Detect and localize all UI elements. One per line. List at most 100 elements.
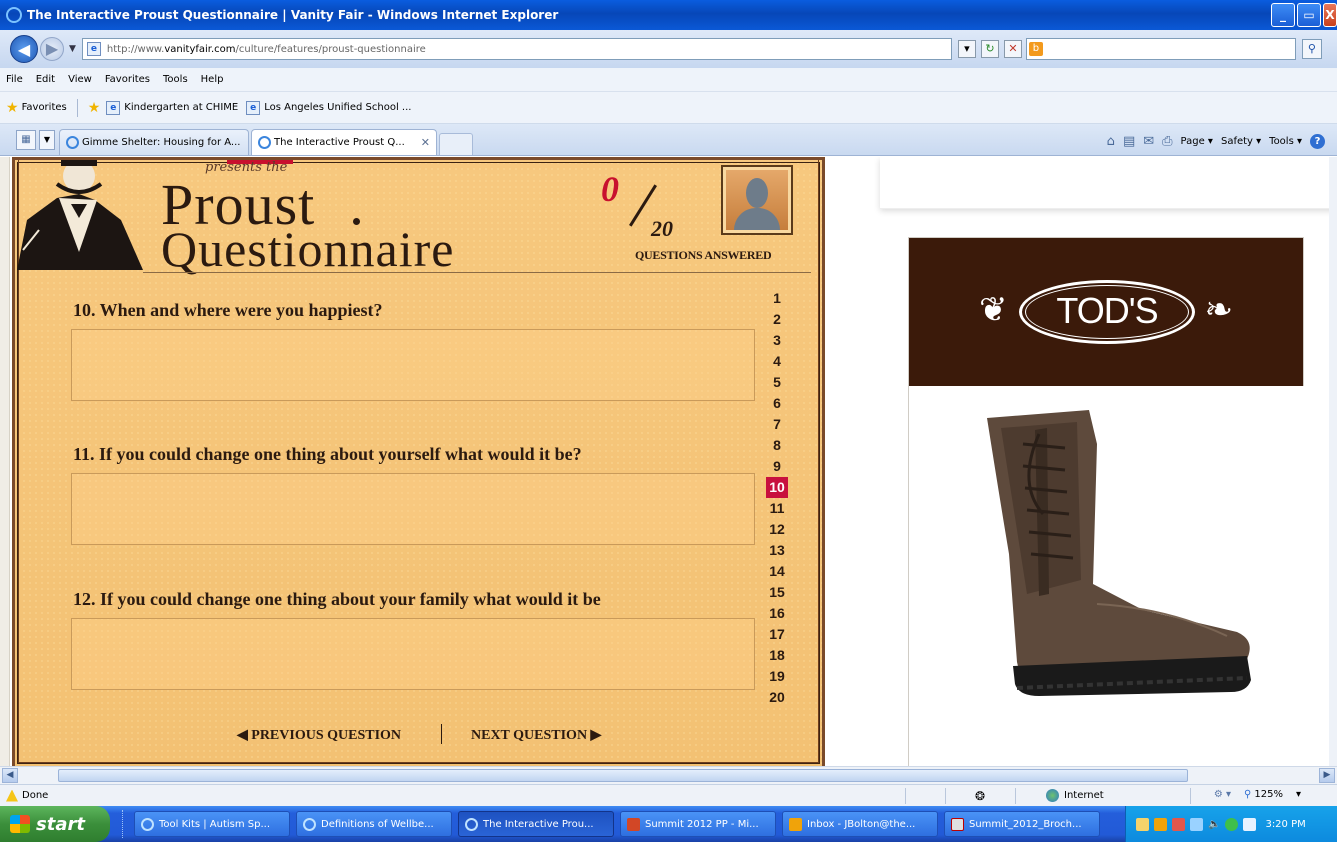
- answer-field-10[interactable]: [71, 329, 755, 401]
- taskbar-button-powerpoint[interactable]: Summit 2012 PP - Mi...: [620, 811, 776, 837]
- network-tray-icon[interactable]: [1190, 817, 1203, 831]
- question-link-20[interactable]: 20: [757, 687, 797, 708]
- status-divider: [945, 788, 946, 804]
- close-button[interactable]: X: [1323, 3, 1337, 27]
- question-link-15[interactable]: 15: [757, 582, 797, 603]
- zoom-dropdown-icon[interactable]: ▾: [1296, 789, 1301, 800]
- question-link-13[interactable]: 13: [757, 540, 797, 561]
- tab-list-dropdown-icon[interactable]: ▼: [39, 130, 55, 150]
- taskbar-button-definitions[interactable]: Definitions of Wellbe...: [296, 811, 452, 837]
- previous-question-button[interactable]: ◀ PREVIOUS QUESTION: [237, 727, 401, 744]
- taskbar-button-outlook[interactable]: Inbox - JBolton@the...: [782, 811, 938, 837]
- minimize-button[interactable]: _: [1271, 3, 1295, 27]
- answer-field-12[interactable]: [71, 618, 755, 690]
- ad-brand-logo: TOD'S: [1056, 290, 1158, 331]
- favorites-button[interactable]: Favorites: [22, 102, 67, 113]
- security-zone[interactable]: Internet: [1046, 789, 1104, 802]
- history-dropdown-icon[interactable]: ▼: [69, 44, 76, 54]
- url-path: /culture/features/proust-questionnaire: [235, 43, 426, 55]
- menu-bar: File Edit View Favorites Tools Help: [0, 68, 1337, 92]
- home-icon[interactable]: ⌂: [1107, 134, 1115, 149]
- question-link-3[interactable]: 3: [757, 330, 797, 351]
- next-question-button[interactable]: NEXT QUESTION ▶: [471, 727, 601, 744]
- favorite-link-label: Los Angeles Unified School ...: [264, 102, 412, 113]
- tods-advertisement[interactable]: ❦ TOD'S ❧: [908, 237, 1305, 766]
- taskbar-button-toolkits[interactable]: Tool Kits | Autism Sp...: [134, 811, 290, 837]
- mail-tray-icon[interactable]: [1136, 817, 1149, 831]
- ie-icon: [465, 817, 478, 831]
- refresh-icon[interactable]: ↻: [980, 40, 999, 58]
- add-favorite-icon[interactable]: ★: [88, 100, 101, 116]
- question-link-19[interactable]: 19: [757, 666, 797, 687]
- question-link-8[interactable]: 8: [757, 435, 797, 456]
- question-link-1[interactable]: 1: [757, 288, 797, 309]
- question-link-4[interactable]: 4: [757, 351, 797, 372]
- horizontal-scrollbar[interactable]: ◀ ▶: [0, 766, 1337, 784]
- question-link-11[interactable]: 11: [757, 498, 797, 519]
- menu-view[interactable]: View: [68, 74, 92, 85]
- answer-field-11[interactable]: [71, 473, 755, 545]
- menu-file[interactable]: File: [6, 74, 23, 85]
- antivirus-tray-icon[interactable]: [1172, 817, 1185, 831]
- outlook-icon: [789, 817, 802, 831]
- question-link-7[interactable]: 7: [757, 414, 797, 435]
- question-link-17[interactable]: 17: [757, 624, 797, 645]
- question-link-12[interactable]: 12: [757, 519, 797, 540]
- question-link-5[interactable]: 5: [757, 372, 797, 393]
- search-input[interactable]: b: [1025, 38, 1296, 60]
- menu-favorites[interactable]: Favorites: [105, 74, 150, 85]
- start-button[interactable]: start: [0, 806, 110, 842]
- forward-button[interactable]: ▶: [40, 37, 64, 61]
- tab-gimme-shelter[interactable]: Gimme Shelter: Housing for A...: [59, 129, 249, 155]
- url-dropdown-icon[interactable]: ▾: [957, 40, 976, 58]
- zoom-control[interactable]: ⚙ ▾ ⚲ 125% ▾: [1214, 789, 1301, 800]
- warning-icon[interactable]: [6, 789, 18, 802]
- scroll-thumb[interactable]: [58, 769, 1188, 782]
- taskbar: start Tool Kits | Autism Sp... Definitio…: [0, 806, 1337, 842]
- new-tab-button[interactable]: [439, 133, 473, 155]
- tools-menu[interactable]: Tools ▾: [1269, 136, 1302, 147]
- outlook-tray-icon[interactable]: [1154, 817, 1167, 831]
- question-link-10-current[interactable]: 10: [766, 477, 788, 498]
- url-input[interactable]: e http://www. vanityfair.com/culture/feat…: [81, 38, 952, 60]
- back-button[interactable]: ◀: [10, 35, 38, 63]
- safety-menu[interactable]: Safety ▾: [1221, 136, 1261, 147]
- scroll-left-icon[interactable]: ◀: [2, 768, 18, 783]
- question-link-18[interactable]: 18: [757, 645, 797, 666]
- print-icon[interactable]: ⎙: [1162, 134, 1172, 149]
- question-link-6[interactable]: 6: [757, 393, 797, 414]
- menu-edit[interactable]: Edit: [36, 74, 55, 85]
- read-mail-icon[interactable]: ✉: [1143, 134, 1154, 149]
- vertical-scrollbar[interactable]: [1329, 157, 1337, 766]
- question-link-9[interactable]: 9: [757, 456, 797, 477]
- menu-tools[interactable]: Tools: [163, 74, 188, 85]
- question-link-2[interactable]: 2: [757, 309, 797, 330]
- favorite-link[interactable]: e Kindergarten at CHIME: [106, 100, 238, 115]
- volume-icon[interactable]: 🔈: [1208, 819, 1220, 830]
- close-tab-icon[interactable]: ✕: [421, 136, 430, 149]
- help-icon[interactable]: ?: [1310, 134, 1325, 149]
- page-menu[interactable]: Page ▾: [1181, 136, 1213, 147]
- display-tray-icon[interactable]: [1243, 817, 1257, 831]
- url-host: vanityfair.com: [164, 43, 236, 55]
- taskbar-button-pdf[interactable]: Summit_2012_Broch...: [944, 811, 1100, 837]
- menu-help[interactable]: Help: [201, 74, 224, 85]
- feeds-icon[interactable]: ▤: [1123, 134, 1135, 149]
- question-link-16[interactable]: 16: [757, 603, 797, 624]
- zoom-level: 125%: [1254, 789, 1283, 800]
- question-link-14[interactable]: 14: [757, 561, 797, 582]
- search-icon[interactable]: ⚲: [1301, 39, 1322, 59]
- scroll-right-icon[interactable]: ▶: [1319, 768, 1335, 783]
- maximize-button[interactable]: ▭: [1297, 3, 1321, 27]
- quick-tabs-icon[interactable]: ▦: [16, 130, 36, 150]
- avatar[interactable]: [721, 165, 793, 235]
- popup-blocker-icon[interactable]: ⚙ ▾: [1214, 789, 1231, 800]
- update-tray-icon[interactable]: [1225, 817, 1239, 831]
- tab-proust-questionnaire[interactable]: The Interactive Proust Q... ✕: [251, 129, 437, 155]
- tab-bar: ▦ ▼ Gimme Shelter: Housing for A... The …: [0, 124, 1337, 156]
- favorite-link[interactable]: e Los Angeles Unified School ...: [246, 100, 412, 115]
- protected-mode-icon[interactable]: ❂: [975, 789, 985, 803]
- stop-icon[interactable]: ✕: [1003, 40, 1022, 58]
- taskbar-button-proust[interactable]: The Interactive Prou...: [458, 811, 614, 837]
- title-divider: [143, 272, 811, 273]
